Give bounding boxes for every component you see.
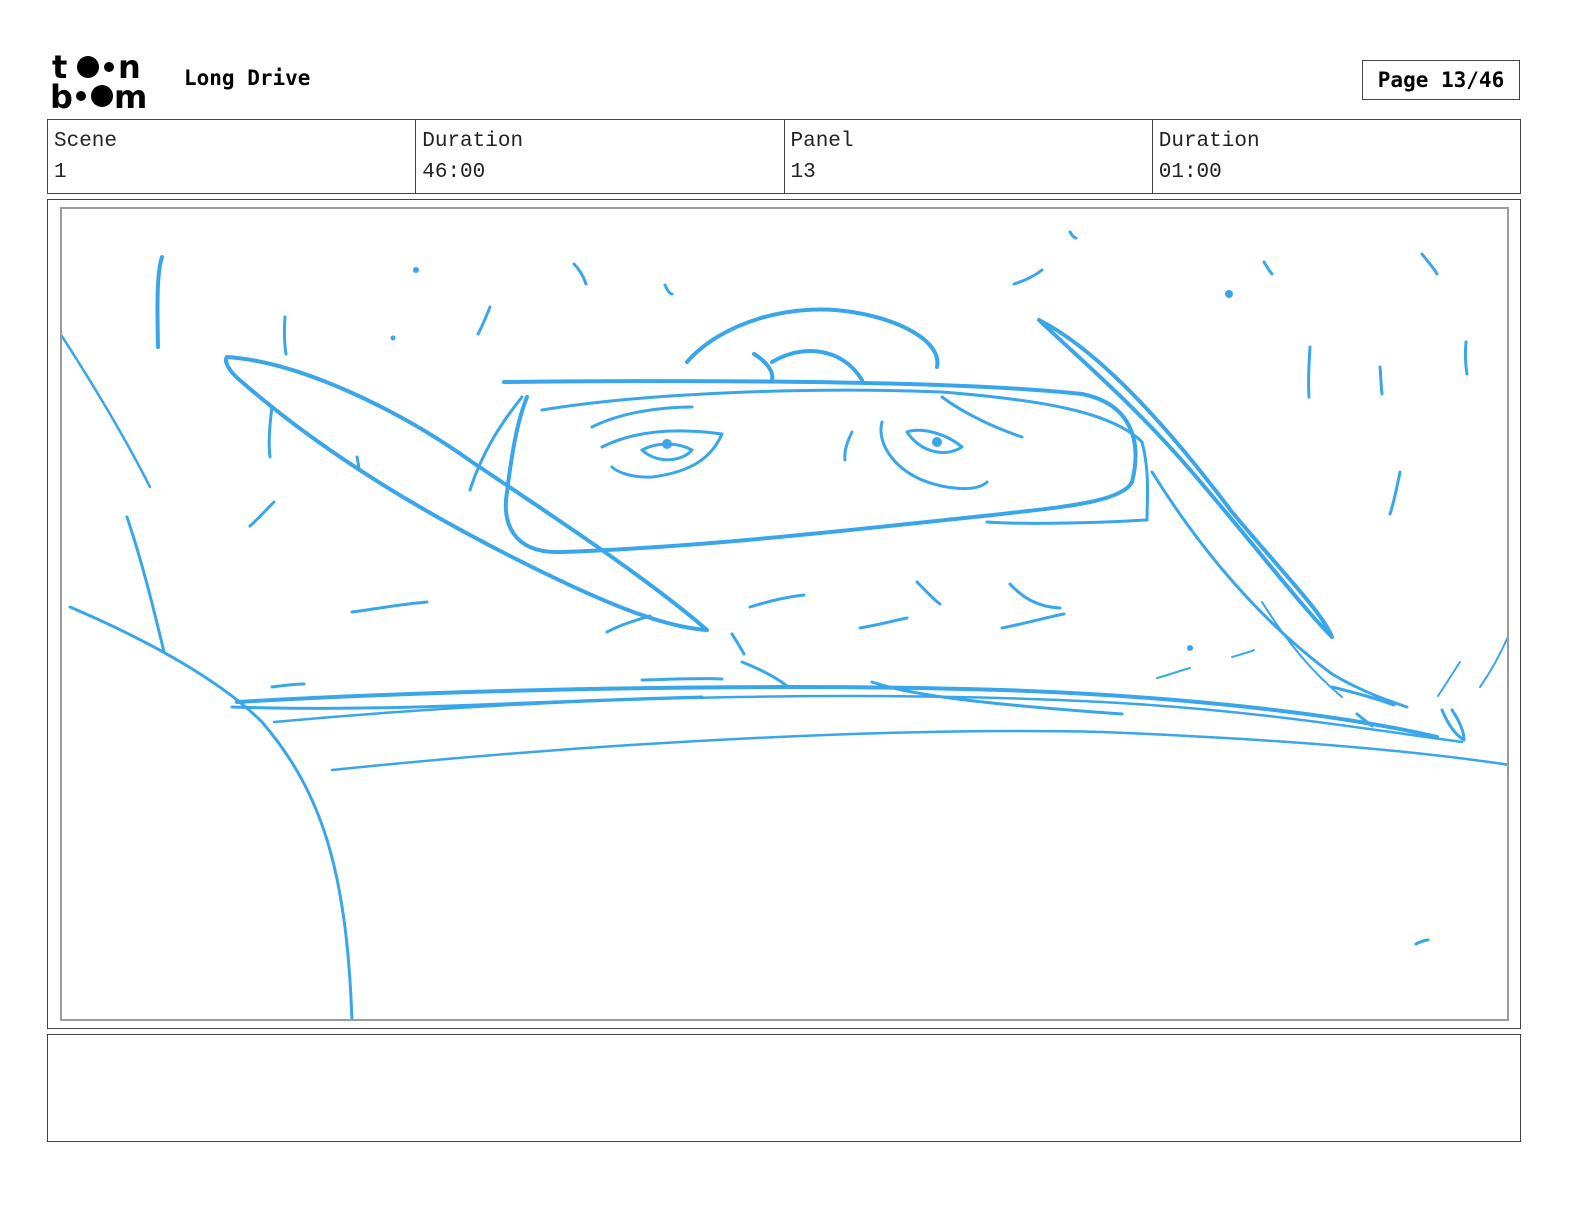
sketch-mark: [1463, 340, 1469, 376]
sketch-mark: [1008, 582, 1062, 610]
sketch-mark: [1388, 470, 1402, 516]
left-eye: [600, 429, 724, 479]
sketch-mark: [1440, 708, 1466, 742]
sketch-mark: [858, 616, 909, 630]
mirror-outline: [502, 379, 1138, 555]
left-pupil: [662, 439, 672, 449]
sketch-mark: [248, 500, 276, 528]
sketch-mark: [915, 580, 942, 606]
sketch-mark: [1231, 649, 1255, 658]
scene-value: 1: [54, 161, 67, 184]
sketch-dot: [1187, 645, 1193, 651]
mirror-clip: [752, 349, 864, 382]
right-eye-brow: [940, 395, 1024, 439]
sketch-mark: [350, 600, 429, 614]
dashboard-inner: [272, 694, 1464, 744]
sketch-mark: [1479, 636, 1507, 688]
pillar-line-2: [125, 515, 166, 654]
sketch-mark: [1414, 938, 1430, 946]
sketch-mark: [740, 660, 789, 688]
panel-image: [60, 207, 1509, 1021]
sketch-dot: [390, 335, 396, 341]
panel-duration-cell: Duration 01:00: [1153, 120, 1520, 193]
panel-duration-value: 01:00: [1158, 161, 1222, 184]
panel-info-table: Scene 1 Duration 46:00 Panel 13 Duration…: [47, 119, 1521, 194]
sketch-mark: [730, 632, 746, 656]
sketch-mark: [1000, 612, 1066, 630]
sketch-mark: [748, 593, 806, 609]
scene-cell: Scene 1: [48, 120, 417, 193]
nose-stroke: [843, 430, 854, 462]
right-pupil: [932, 437, 942, 447]
sketch-mark: [1307, 345, 1312, 399]
toonboom-logo-mark: t n b m: [50, 48, 147, 116]
sketch-mark: [663, 283, 674, 296]
sketch-mark: [1262, 260, 1274, 276]
dash-mark: [640, 677, 724, 682]
sketch-dot: [1225, 290, 1233, 298]
sketch-mark: [1420, 252, 1439, 276]
sketch-mark: [1068, 230, 1078, 240]
sketch-mark: [572, 262, 588, 286]
panel-value: 13: [790, 161, 816, 184]
sketch-mark: [1378, 365, 1384, 396]
toonboom-logo: t n b m: [50, 48, 162, 116]
sketch-dot: [413, 267, 419, 273]
caption-box: [47, 1034, 1521, 1142]
pillar-line: [62, 333, 152, 489]
storyboard-sketch: [62, 230, 1507, 1019]
panel-duration-label: Duration: [1158, 130, 1260, 153]
sketch-mark: [270, 682, 306, 689]
left-visor-edge: [267, 405, 274, 459]
scene-duration-value: 46:00: [422, 161, 486, 184]
project-title: Long Drive: [184, 66, 311, 90]
dashboard-lower: [330, 729, 1507, 772]
svg-text:b: b: [50, 78, 73, 110]
sketch-mark: [1437, 661, 1461, 697]
sketch-mark: [1156, 667, 1191, 679]
panel-cell: Panel 13: [785, 120, 1153, 193]
mirror-mount: [685, 307, 940, 369]
page-number: Page 13/46: [1362, 60, 1520, 100]
panel-label: Panel: [790, 130, 854, 153]
svg-text:m: m: [114, 78, 147, 110]
dashboard-top: [235, 685, 1439, 739]
seat-curve: [68, 605, 354, 1019]
sketch-mark: [155, 255, 164, 349]
right-visor-lower: [1150, 470, 1409, 709]
sketch-mark: [282, 315, 288, 356]
right-visor: [1037, 318, 1334, 639]
scene-duration-cell: Duration 46:00: [416, 120, 785, 193]
scene-duration-label: Duration: [422, 130, 524, 153]
left-eye-brow: [590, 405, 694, 429]
scene-label: Scene: [54, 130, 118, 153]
sketch-mark: [605, 614, 652, 634]
sketch-mark: [476, 305, 492, 336]
sketch-mark: [1012, 268, 1044, 286]
